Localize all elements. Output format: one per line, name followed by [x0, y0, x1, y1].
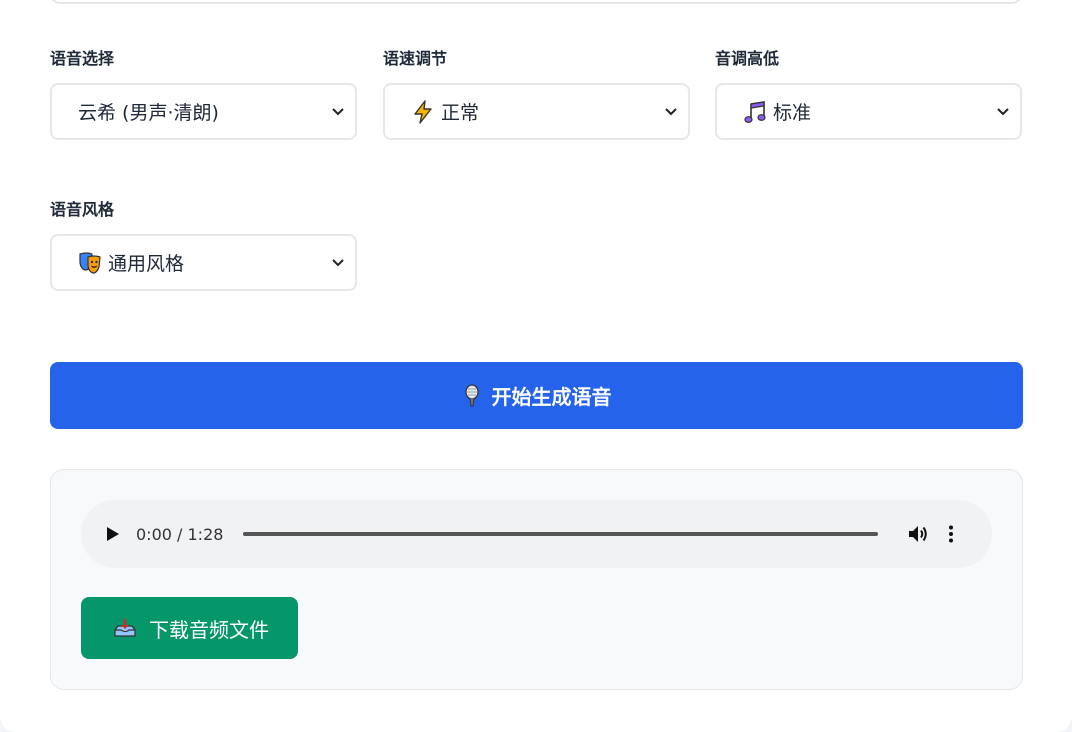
chevron-down-icon	[662, 103, 680, 121]
style-label: 语音风格	[50, 200, 115, 219]
audio-seek-bar[interactable]	[243, 532, 879, 536]
voice-label: 语音选择	[50, 49, 115, 68]
pitch-label: 音调高低	[715, 49, 780, 68]
speed-label: 语速调节	[383, 49, 448, 68]
chevron-down-icon	[994, 103, 1012, 121]
style-select-value: 通用风格	[108, 253, 185, 275]
download-audio-label: 下载音频文件	[149, 617, 269, 642]
style-select[interactable]: 通用风格	[50, 234, 357, 291]
audio-time: 0:00 / 1:28	[136, 524, 224, 544]
audio-player[interactable]: 0:00 / 1:28	[81, 500, 992, 568]
more-options-icon[interactable]	[946, 523, 956, 545]
result-panel: 0:00 / 1:28 下载音频文件	[50, 469, 1023, 690]
speed-select[interactable]: 正常	[383, 83, 690, 140]
text-input-area[interactable]: ⁄⁄	[50, 0, 1022, 4]
pitch-select[interactable]: 标准	[715, 83, 1022, 140]
voice-select-value: 云希 (男声·清朗)	[78, 102, 219, 124]
volume-icon[interactable]	[908, 523, 930, 545]
speed-select-value: 正常	[441, 102, 480, 124]
speed-field: 语速调节 正常	[383, 49, 690, 141]
voice-select[interactable]: 云希 (男声·清朗)	[50, 83, 357, 140]
resize-handle-icon[interactable]: ⁄⁄	[1013, 0, 1016, 2]
inbox-tray-icon	[113, 618, 137, 638]
generate-speech-label: 开始生成语音	[491, 385, 612, 409]
download-audio-button[interactable]: 下载音频文件	[81, 597, 298, 659]
theater-masks-icon	[78, 251, 102, 275]
microphone-icon	[462, 383, 482, 408]
style-field: 语音风格 通用风格	[50, 200, 358, 292]
voice-field: 语音选择 云希 (男声·清朗)	[50, 49, 358, 141]
play-icon[interactable]	[106, 525, 124, 543]
lightning-icon	[411, 99, 435, 124]
chevron-down-icon	[329, 254, 347, 272]
tts-form-card: ⁄⁄ 语音选择 云希 (男声·清朗) 语速调节 正常 音调高低	[0, 0, 1072, 732]
pitch-select-value: 标准	[773, 102, 812, 124]
chevron-down-icon	[329, 103, 347, 121]
pitch-field: 音调高低 标准	[715, 49, 1023, 141]
music-note-icon	[743, 100, 767, 124]
generate-speech-button[interactable]: 开始生成语音	[50, 362, 1023, 429]
